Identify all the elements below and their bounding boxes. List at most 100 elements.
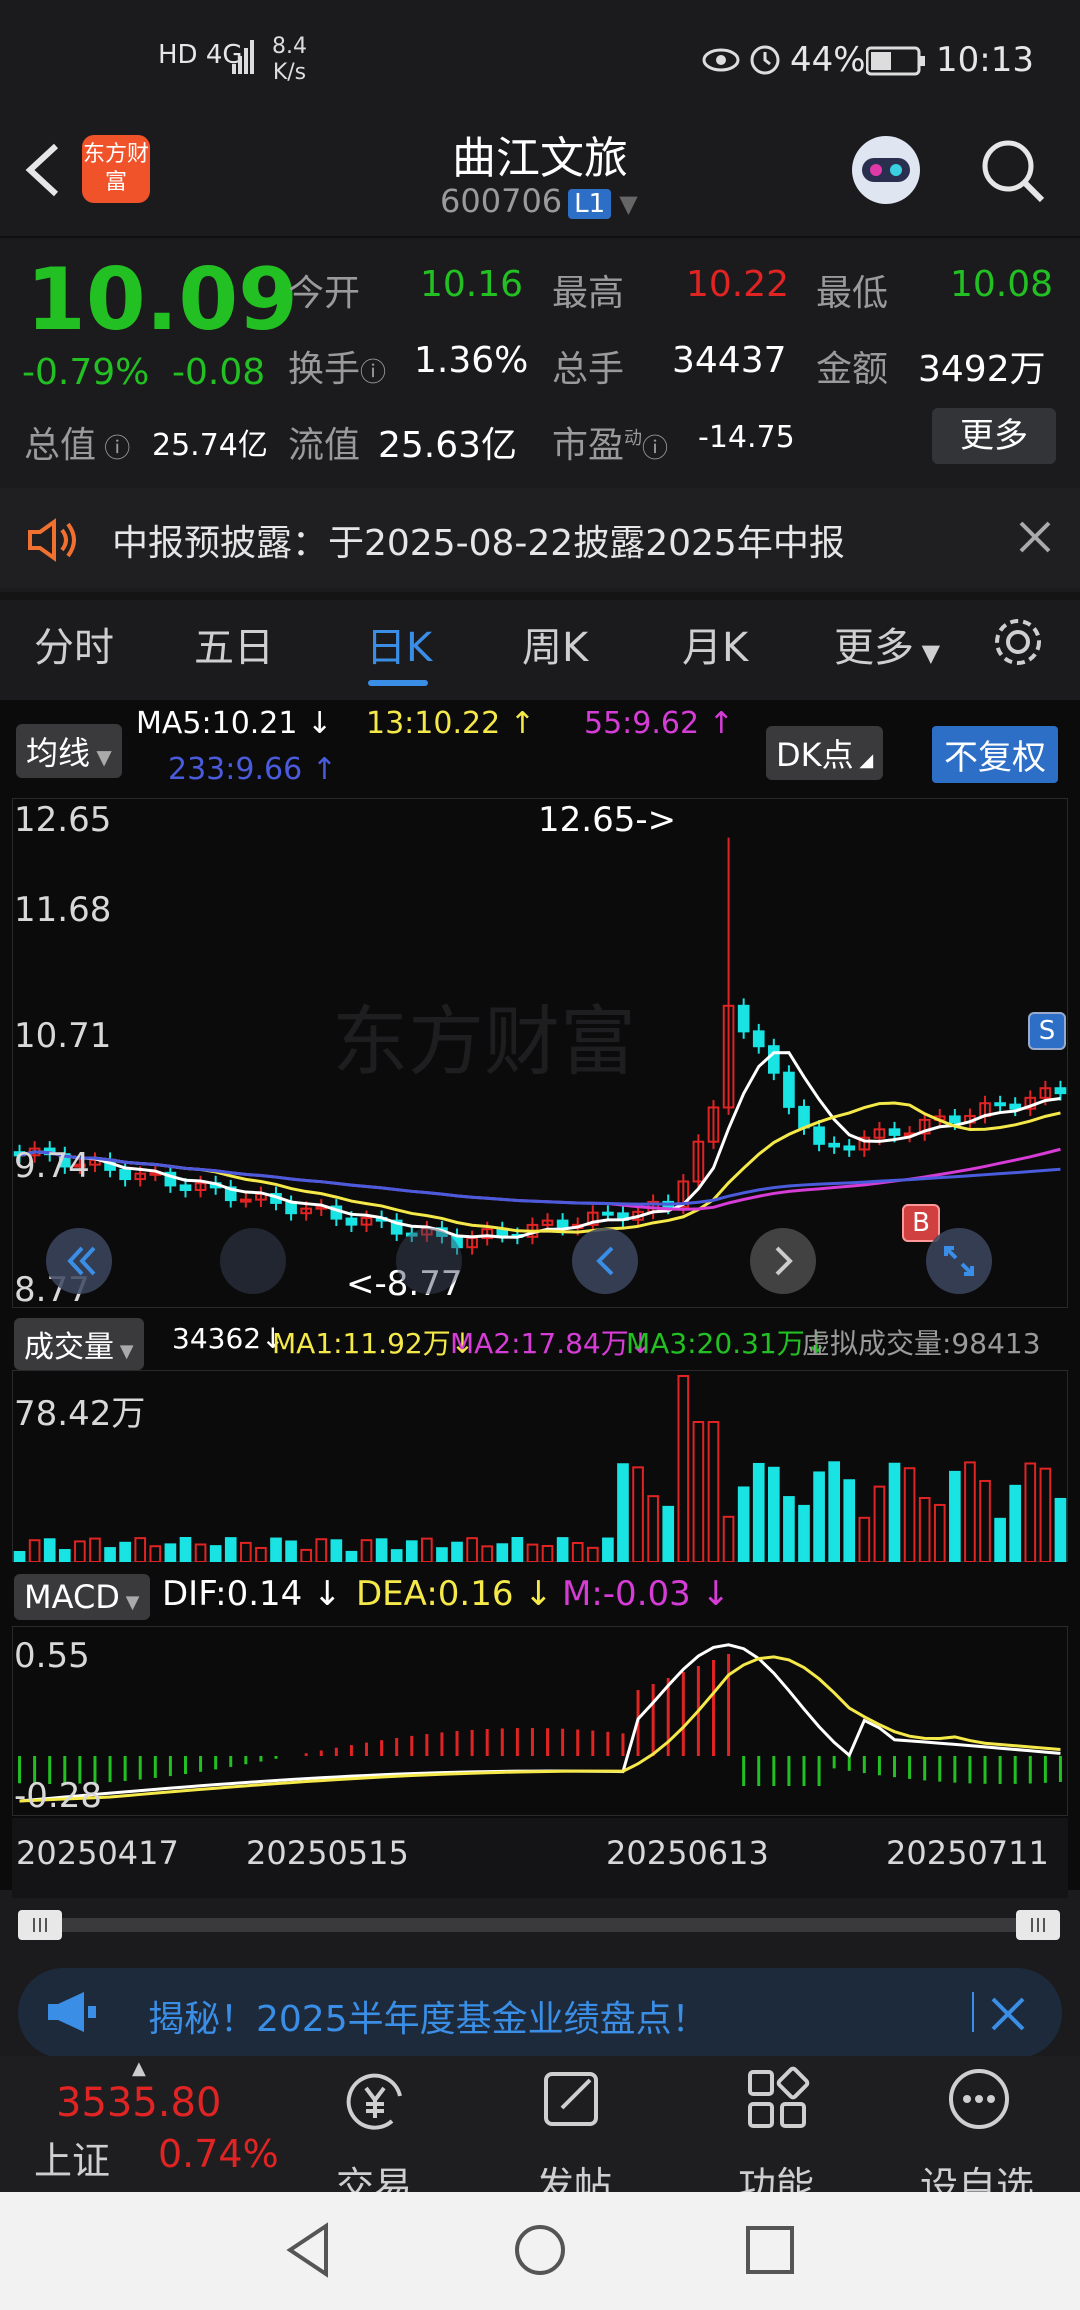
- volume-bar: [828, 1461, 840, 1562]
- candle-body: [783, 1071, 795, 1108]
- volume-ma1: MA1:11.92万↓: [272, 1327, 475, 1360]
- post-edit-icon[interactable]: [540, 2066, 606, 2132]
- y-label: 9.74: [14, 1146, 90, 1186]
- adjust-button[interactable]: 不复权: [932, 726, 1058, 783]
- volume-bar: [677, 1375, 690, 1562]
- volume-bar: [556, 1537, 569, 1562]
- turnover-label[interactable]: 换手ⓘ: [288, 340, 386, 392]
- pe-value: -14.75: [698, 420, 795, 455]
- scroll-handle-left[interactable]: [18, 1910, 62, 1940]
- divider: [0, 236, 1080, 238]
- candle-body: [285, 1201, 297, 1215]
- tab-five-day[interactable]: 五日: [194, 615, 274, 673]
- function-grid-icon[interactable]: [744, 2066, 810, 2132]
- volume-bar: [783, 1496, 795, 1562]
- candle-body: [752, 1030, 765, 1048]
- fullscreen-icon[interactable]: [926, 1228, 992, 1294]
- volume-y-label: 78.42万: [14, 1394, 146, 1434]
- volume-bar: [13, 1551, 26, 1562]
- volume-bar: [933, 1503, 946, 1562]
- index-value[interactable]: 3535.80: [56, 2080, 221, 2126]
- volume-bar: [632, 1466, 644, 1562]
- y-label: 11.68: [14, 890, 112, 930]
- volume-bar: [602, 1537, 614, 1562]
- banner-text: 揭秘！2025半年度基金业绩盘点！: [148, 1999, 708, 2040]
- volume-label: 总手: [552, 349, 625, 390]
- tab-intraday[interactable]: 分时: [34, 615, 114, 673]
- network-indicator: HD 4G: [158, 40, 243, 70]
- candle-body: [843, 1145, 856, 1151]
- dk-point-button[interactable]: DK点 ◢: [766, 726, 884, 780]
- volume-bar: [194, 1543, 207, 1562]
- robot-assistant-icon[interactable]: [846, 130, 926, 210]
- chevron-left-icon[interactable]: [572, 1228, 638, 1294]
- volume-bar: [149, 1545, 162, 1562]
- tab-monthly-k[interactable]: 月K: [682, 615, 748, 673]
- volume-bar: [405, 1540, 418, 1562]
- trade-yen-icon[interactable]: [340, 2066, 410, 2136]
- zoom-out-button[interactable]: [220, 1228, 286, 1294]
- sell-marker[interactable]: S: [1028, 1012, 1066, 1050]
- virtual-volume: 虚拟成交量:98413: [802, 1327, 1041, 1360]
- volume-ma2: MA2:17.84万↓: [450, 1327, 653, 1360]
- scroll-handle-right[interactable]: [1016, 1910, 1060, 1940]
- home-circle-icon[interactable]: [512, 2222, 568, 2278]
- volume-bar: [586, 1546, 599, 1562]
- tab-weekly-k[interactable]: 周K: [522, 615, 588, 673]
- volume-bar: [903, 1467, 916, 1562]
- macd-dif: DIF:0.14 ↓: [162, 1574, 342, 1614]
- volume-bar: [571, 1541, 584, 1562]
- volume-bar: [134, 1537, 147, 1562]
- recents-square-icon[interactable]: [744, 2224, 796, 2276]
- tab-more[interactable]: 更多 ▼: [834, 615, 940, 673]
- search-icon[interactable]: [978, 136, 1048, 206]
- candle-body: [949, 1115, 961, 1124]
- volume-current: 34362↓: [172, 1322, 285, 1355]
- date-label: 20250515: [246, 1834, 409, 1872]
- candle-body: [602, 1211, 614, 1216]
- volume-bar: [255, 1546, 267, 1562]
- macd-selector[interactable]: MACD ▼: [14, 1574, 150, 1620]
- open-value: 10.16: [420, 264, 524, 305]
- volume-bar: [873, 1485, 886, 1562]
- active-tab-indicator: [368, 680, 428, 686]
- mktcap-label[interactable]: 总值 ⓘ: [24, 416, 130, 468]
- close-icon[interactable]: [1018, 520, 1052, 554]
- notice-bar[interactable]: 中报预披露：于2025-08-22披露2025年中报: [0, 488, 1080, 588]
- volume-bar: [345, 1550, 358, 1562]
- chevron-right-icon[interactable]: [750, 1228, 816, 1294]
- high-value: 10.22: [686, 264, 790, 305]
- more-button[interactable]: 更多: [932, 408, 1056, 464]
- more-dots-icon[interactable]: [946, 2066, 1012, 2132]
- volume-chart[interactable]: [12, 1370, 1068, 1562]
- tab-daily-k[interactable]: 日K: [366, 615, 432, 673]
- volume-bar: [526, 1543, 539, 1562]
- settings-gear-icon[interactable]: [990, 614, 1046, 670]
- chart-scrollbar[interactable]: [18, 1918, 1058, 1932]
- pe-label[interactable]: 市盈动ⓘ: [552, 416, 668, 468]
- macd-dea: DEA:0.16 ↓: [356, 1574, 553, 1614]
- candle-body: [813, 1126, 825, 1145]
- volume-bar: [390, 1549, 403, 1562]
- back-triangle-icon[interactable]: [284, 2222, 334, 2278]
- macd-y-bottom: -0.28: [14, 1776, 102, 1816]
- volume-bar: [647, 1495, 659, 1562]
- close-icon[interactable]: [990, 1996, 1026, 2032]
- open-label: 今开: [288, 273, 361, 314]
- double-left-icon[interactable]: [46, 1228, 112, 1294]
- candle-body: [119, 1168, 131, 1181]
- candle-body: [994, 1102, 1006, 1107]
- stock-code[interactable]: 600706 L1 ▼: [440, 182, 638, 220]
- volume-bar: [1024, 1462, 1037, 1562]
- macd-chart[interactable]: [12, 1626, 1068, 1816]
- zoom-in-button[interactable]: [396, 1228, 462, 1294]
- candle-body: [345, 1217, 358, 1226]
- ma-selector[interactable]: 均线 ▼: [16, 724, 122, 778]
- volume-selector[interactable]: 成交量 ▼: [14, 1318, 144, 1370]
- eye-icon: [702, 48, 740, 72]
- float-value: 25.63亿: [378, 425, 518, 466]
- amount-value: 3492万: [918, 349, 1046, 390]
- volume-bar: [104, 1547, 116, 1562]
- volume-bar: [466, 1537, 478, 1562]
- alarm-icon: [750, 45, 780, 75]
